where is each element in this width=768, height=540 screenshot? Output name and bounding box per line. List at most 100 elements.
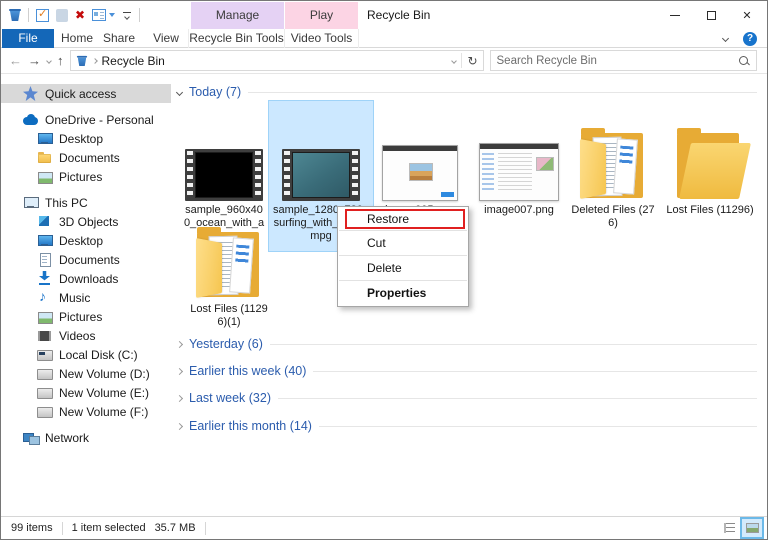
breadcrumb-chevron-icon[interactable] [92,58,98,64]
delete-x-icon[interactable] [75,8,85,22]
chevron-down-icon[interactable] [176,88,183,95]
sidebar-item-local-disk-c[interactable]: Local Disk (C:) [1,345,171,364]
empty-placeholder-icon[interactable] [56,9,68,22]
address-dropdown-icon[interactable] [452,58,458,64]
large-icons-view-button[interactable] [742,519,762,537]
context-menu-item-properties[interactable]: Properties [338,282,468,304]
quick-access-toolbar [9,1,140,29]
dropdown-arrow-icon[interactable] [109,13,115,17]
group-rule [278,398,757,399]
sidebar-item-videos[interactable]: Videos [1,326,171,345]
sidebar-item-3d-objects[interactable]: 3D Objects [1,212,171,231]
forward-icon[interactable]: → [28,54,41,67]
context-menu: Restore Cut Delete Properties [337,206,469,307]
chevron-right-icon[interactable] [176,367,183,374]
image-file-icon [382,145,458,201]
breadcrumb[interactable]: Recycle Bin ↻ [70,50,484,71]
music-note-icon [37,290,52,305]
desktop-icon [37,233,52,248]
file-tile-image007[interactable]: image007.png [475,101,563,217]
selection-size: 35.7 MB [155,522,196,534]
breadcrumb-location[interactable]: Recycle Bin [102,54,165,68]
group-header-earlier-this-week[interactable]: Earlier this week (40) [177,363,757,379]
folder-with-files-icon [578,125,648,201]
status-bar: 99 items 1 item selected 35.7 MB [1,516,767,539]
sidebar-item-new-volume-e[interactable]: New Volume (E:) [1,383,171,402]
file-tile-lost-files-1[interactable]: Lost Files (11296)(1) [185,222,273,329]
divider [139,8,140,22]
file-name: Lost Files (11296)(1) [185,303,273,329]
group-header-yesterday[interactable]: Yesterday (6) [177,336,757,352]
file-tile-deleted-files[interactable]: Deleted Files (276) [569,101,657,230]
customize-toolbar-icon[interactable] [122,12,132,19]
sidebar-item-quick-access[interactable]: Quick access [1,84,171,103]
item-count: 99 items [11,522,53,534]
context-menu-item-delete[interactable]: Delete [338,257,468,279]
search-icon[interactable] [738,55,750,67]
sidebar-item-new-volume-d[interactable]: New Volume (D:) [1,364,171,383]
tab-home[interactable]: Home [58,29,96,48]
context-menu-item-cut[interactable]: Cut [338,232,468,254]
window-controls [657,1,765,29]
address-bar: ← → ↑ Recycle Bin ↻ [1,48,767,74]
chevron-right-icon[interactable] [176,340,183,347]
group-rule [313,371,757,372]
up-icon[interactable]: ↑ [57,54,64,67]
group-rule [270,344,757,345]
document-icon [37,252,52,267]
tab-file[interactable]: File [2,29,54,48]
onedrive-cloud-icon [23,112,38,127]
refresh-icon[interactable]: ↻ [467,54,477,68]
file-list-area: Today (7) sample_960x400_ocean_with_audi… [171,74,767,516]
group-header-earlier-this-month[interactable]: Earlier this month (14) [177,418,757,434]
group-header-last-week[interactable]: Last week (32) [177,390,757,406]
chevron-right-icon[interactable] [176,394,183,401]
sidebar-item-documents-pc[interactable]: Documents [1,250,171,269]
main-area: Quick access OneDrive - Personal Desktop… [1,74,767,516]
tab-recycle-bin-tools[interactable]: Recycle Bin Tools [188,29,285,48]
search-input[interactable] [497,55,739,67]
sidebar-gap [1,421,171,428]
tab-video-tools[interactable]: Video Tools [285,29,359,48]
ribbon-tab-row: File Home Share View Recycle Bin Tools V… [1,29,767,48]
contextual-header-manage[interactable]: Manage [191,2,284,29]
menu-separator [339,280,467,281]
file-tile-lost-files[interactable]: Lost Files (11296) [657,101,763,217]
minimize-button[interactable] [657,1,693,29]
recent-locations-icon[interactable] [46,58,52,64]
collapse-ribbon-icon[interactable] [722,35,729,42]
properties-check-icon[interactable] [36,9,49,22]
open-folder-icon [673,125,747,201]
disk-drive-icon [37,404,52,419]
maximize-button[interactable] [693,1,729,29]
desktop-icon [37,131,52,146]
sidebar-item-desktop-pc[interactable]: Desktop [1,231,171,250]
sidebar-item-pictures[interactable]: Pictures [1,167,171,186]
sidebar-item-desktop[interactable]: Desktop [1,129,171,148]
sidebar-item-pictures-pc[interactable]: Pictures [1,307,171,326]
sidebar-item-new-volume-f[interactable]: New Volume (F:) [1,402,171,421]
image-file-icon [479,143,559,201]
chevron-right-icon[interactable] [176,422,183,429]
tab-share[interactable]: Share [100,29,138,48]
details-view-button[interactable] [719,519,739,537]
contextual-header-play[interactable]: Play [285,2,358,29]
close-button[interactable] [729,1,765,29]
sidebar-item-documents[interactable]: Documents [1,148,171,167]
sidebar-item-downloads[interactable]: Downloads [1,269,171,288]
file-tile-image005[interactable]: image005.png [377,101,463,217]
sidebar-item-music[interactable]: Music [1,288,171,307]
sidebar-item-network[interactable]: Network [1,428,171,447]
item-properties-icon[interactable] [92,9,106,21]
group-header-today[interactable]: Today (7) [177,84,757,100]
sidebar-gap [1,103,171,110]
pictures-icon [37,309,52,324]
tab-view[interactable]: View [147,29,185,48]
divider [62,522,63,535]
sidebar-item-onedrive[interactable]: OneDrive - Personal [1,110,171,129]
divider [205,522,206,535]
back-icon[interactable]: ← [9,54,22,67]
context-menu-item-restore[interactable]: Restore [345,209,465,229]
sidebar-item-this-pc[interactable]: This PC [1,193,171,212]
help-icon[interactable]: ? [743,32,757,46]
